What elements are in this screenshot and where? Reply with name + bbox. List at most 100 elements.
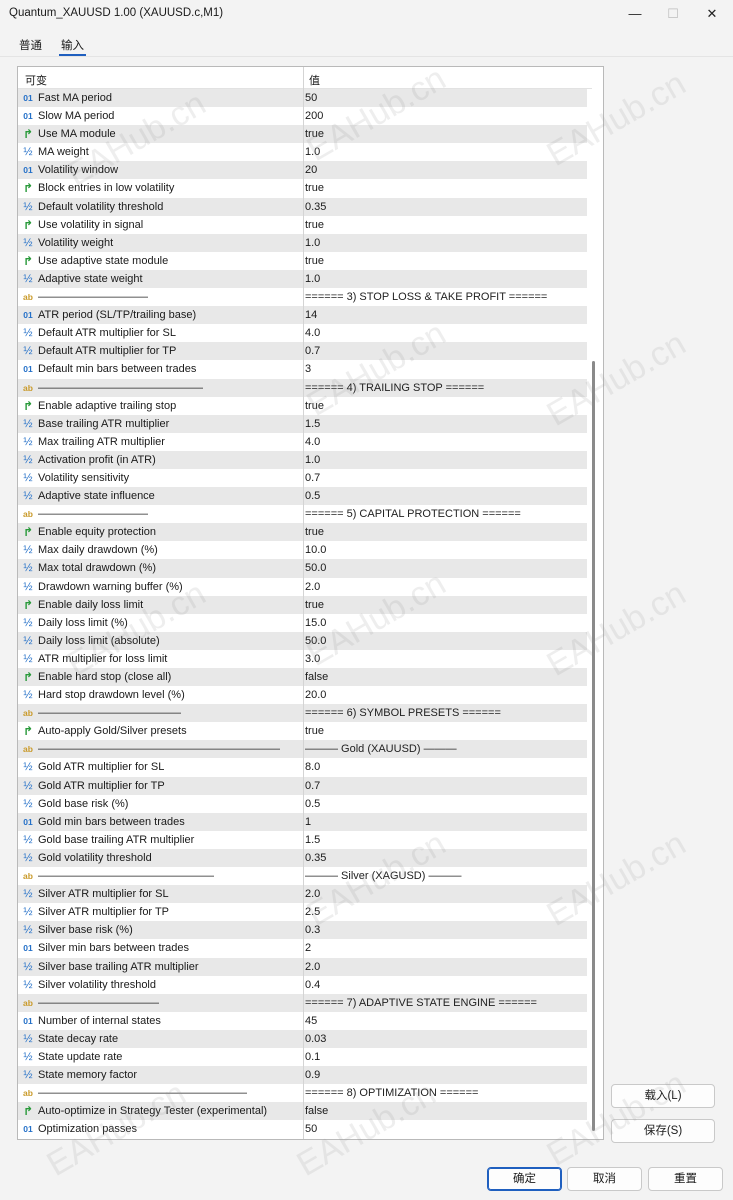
parameter-value[interactable]: 2.5 (305, 903, 585, 921)
parameter-value[interactable]: 45 (305, 1012, 585, 1030)
parameter-value[interactable]: ====== 4) TRAILING STOP ====== (305, 379, 585, 397)
parameter-value[interactable]: 0.9 (305, 1066, 585, 1084)
parameter-value[interactable]: 3.0 (305, 650, 585, 668)
parameter-name: 01 Optimization passes (21, 1120, 301, 1138)
parameter-value[interactable]: 4.0 (305, 433, 585, 451)
parameter-value[interactable]: 2 (305, 939, 585, 957)
parameter-value[interactable]: 200 (305, 107, 585, 125)
parameter-value[interactable]: 4.0 (305, 324, 585, 342)
parameter-value[interactable]: 0.7 (305, 342, 585, 360)
parameter-label: Enable adaptive trailing stop (38, 399, 177, 412)
parameter-value[interactable]: 8.0 (305, 758, 585, 776)
parameter-value[interactable]: 0.5 (305, 487, 585, 505)
vertical-scrollbar[interactable] (592, 361, 595, 1131)
int-type-icon: 01 (23, 111, 33, 122)
header-variable[interactable]: 可变 (25, 72, 47, 88)
parameter-value[interactable]: 0.3 (305, 921, 585, 939)
parameter-name: ↱ Enable hard stop (close all) (21, 668, 301, 686)
double-type-icon: ½ (23, 634, 33, 647)
double-type-icon: ½ (23, 851, 33, 864)
reset-button[interactable]: 重置 (648, 1167, 723, 1191)
parameter-value[interactable]: 1.5 (305, 831, 585, 849)
parameter-value[interactable]: 50.0 (305, 559, 585, 577)
parameter-value[interactable]: 1.0 (305, 451, 585, 469)
parameter-value[interactable]: ====== 7) ADAPTIVE STATE ENGINE ====== (305, 994, 585, 1012)
parameter-value[interactable]: 1.0 (305, 270, 585, 288)
parameter-name: 01 Silver min bars between trades (21, 939, 301, 957)
parameter-value[interactable]: 0.1 (305, 1048, 585, 1066)
parameter-value[interactable]: true (305, 252, 585, 270)
double-type-icon: ½ (23, 200, 33, 213)
parameter-value[interactable]: 10.0 (305, 541, 585, 559)
bool-type-icon: ↱ (22, 724, 34, 739)
parameter-value[interactable]: 0.7 (305, 777, 585, 795)
tab-common[interactable]: 普通 (17, 37, 44, 56)
double-type-icon: ½ (23, 580, 33, 593)
parameter-name: ½ State memory factor (21, 1066, 301, 1084)
ok-button[interactable]: 确定 (487, 1167, 562, 1191)
parameter-value[interactable]: 0.03 (305, 1030, 585, 1048)
parameter-value[interactable]: true (305, 596, 585, 614)
parameter-value[interactable]: ====== 6) SYMBOL PRESETS ====== (305, 704, 585, 722)
load-button[interactable]: 载入(L) (611, 1084, 715, 1108)
close-button[interactable]: ✕ (694, 0, 730, 28)
parameter-value[interactable]: 2.0 (305, 958, 585, 976)
parameter-value[interactable]: 20 (305, 161, 585, 179)
parameter-name: ½ Max total drawdown (%) (21, 559, 301, 577)
parameter-value[interactable]: true (305, 179, 585, 197)
parameter-label: ——————————————————— (38, 1087, 247, 1100)
parameter-label: State update rate (38, 1050, 123, 1063)
parameter-value[interactable]: 1.5 (305, 415, 585, 433)
parameter-value[interactable]: true (305, 722, 585, 740)
save-button[interactable]: 保存(S) (611, 1119, 715, 1143)
parameter-value[interactable]: ——— Gold (XAUUSD) ——— (305, 740, 585, 758)
parameter-value[interactable]: 2.0 (305, 578, 585, 596)
minimize-button[interactable]: — (617, 0, 653, 28)
tab-inputs[interactable]: 输入 (59, 37, 86, 56)
parameter-name: ½ ATR multiplier for loss limit (21, 650, 301, 668)
parameter-value[interactable]: true (305, 523, 585, 541)
double-type-icon: ½ (23, 345, 33, 358)
parameter-label: Volatility weight (38, 236, 114, 249)
parameter-value[interactable]: true (305, 397, 585, 415)
parameter-value[interactable]: 14 (305, 306, 585, 324)
header-value[interactable]: 值 (309, 72, 320, 88)
int-type-icon: 01 (23, 310, 33, 321)
parameter-value[interactable]: false (305, 1102, 585, 1120)
parameter-value[interactable]: ——— Silver (XAGUSD) ——— (305, 867, 585, 885)
parameter-value[interactable]: false (305, 668, 585, 686)
parameter-value[interactable]: 1 (305, 813, 585, 831)
parameter-name: ab —————————————————————— (21, 740, 301, 758)
parameter-value[interactable]: ====== 5) CAPITAL PROTECTION ====== (305, 505, 585, 523)
parameter-value[interactable]: ====== 3) STOP LOSS & TAKE PROFIT ====== (305, 288, 585, 306)
parameter-value[interactable]: 3 (305, 360, 585, 378)
parameters-grid[interactable]: 可变 值 01 Fast MA period 50 01 Slow MA period 2… (17, 66, 604, 1140)
parameter-value[interactable]: 15.0 (305, 614, 585, 632)
parameter-value[interactable]: 0.35 (305, 849, 585, 867)
parameter-value[interactable]: 0.35 (305, 198, 585, 216)
parameter-label: Gold min bars between trades (38, 815, 185, 828)
parameter-value[interactable]: 1.0 (305, 234, 585, 252)
string-type-icon: ab (23, 997, 33, 1008)
parameter-label: Silver ATR multiplier for TP (38, 906, 170, 919)
parameter-value[interactable]: 50 (305, 89, 585, 107)
parameter-label: ——————————————— (38, 381, 203, 394)
parameter-value[interactable]: 2.0 (305, 885, 585, 903)
double-type-icon: ½ (23, 272, 33, 285)
parameter-value[interactable]: 50 (305, 1120, 585, 1138)
parameter-value[interactable]: true (305, 216, 585, 234)
double-type-icon: ½ (23, 779, 33, 792)
parameter-value[interactable]: 1.0 (305, 143, 585, 161)
parameter-value[interactable]: ====== 8) OPTIMIZATION ====== (305, 1084, 585, 1102)
string-type-icon: ab (23, 744, 33, 755)
parameter-value[interactable]: 20.0 (305, 686, 585, 704)
cancel-button[interactable]: 取消 (567, 1167, 642, 1191)
window-title: Quantum_XAUUSD 1.00 (XAUUSD.c,M1) (9, 7, 224, 19)
parameter-value[interactable]: 0.4 (305, 976, 585, 994)
parameter-value[interactable]: 50.0 (305, 632, 585, 650)
parameter-name: ½ Default volatility threshold (21, 198, 301, 216)
parameter-value[interactable]: 0.7 (305, 469, 585, 487)
parameter-label: ———————————————— (38, 870, 214, 883)
parameter-value[interactable]: true (305, 125, 585, 143)
parameter-value[interactable]: 0.5 (305, 795, 585, 813)
